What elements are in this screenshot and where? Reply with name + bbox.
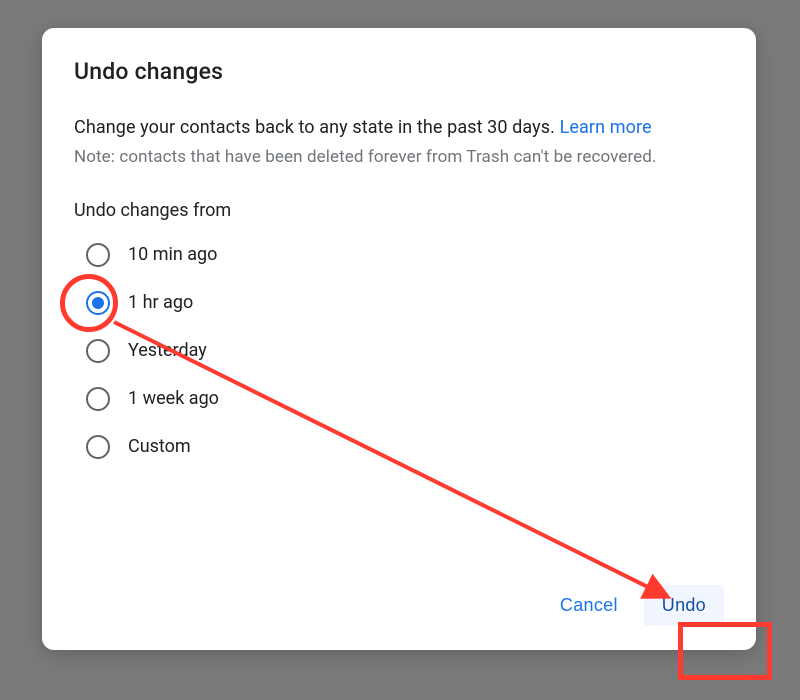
radio-label: Custom xyxy=(128,436,191,457)
dialog-title: Undo changes xyxy=(74,58,724,85)
radio-label: 1 hr ago xyxy=(128,292,193,313)
radio-group: 10 min ago 1 hr ago Yesterday 1 week ago… xyxy=(74,243,724,459)
section-label: Undo changes from xyxy=(74,200,724,221)
radio-icon xyxy=(86,291,110,315)
description-text: Change your contacts back to any state i… xyxy=(74,117,560,138)
dialog-description: Change your contacts back to any state i… xyxy=(74,115,724,141)
radio-icon xyxy=(86,387,110,411)
radio-option-custom[interactable]: Custom xyxy=(86,435,724,459)
radio-label: 10 min ago xyxy=(128,244,217,265)
cancel-button[interactable]: Cancel xyxy=(542,585,636,626)
learn-more-link[interactable]: Learn more xyxy=(560,117,652,138)
radio-label: Yesterday xyxy=(128,340,207,361)
radio-icon xyxy=(86,435,110,459)
radio-option-yesterday[interactable]: Yesterday xyxy=(86,339,724,363)
radio-option-10min[interactable]: 10 min ago xyxy=(86,243,724,267)
radio-icon xyxy=(86,243,110,267)
radio-label: 1 week ago xyxy=(128,388,219,409)
radio-icon xyxy=(86,339,110,363)
button-row: Cancel Undo xyxy=(542,585,724,626)
dialog-note: Note: contacts that have been deleted fo… xyxy=(74,145,724,170)
radio-option-1week[interactable]: 1 week ago xyxy=(86,387,724,411)
radio-option-1hr[interactable]: 1 hr ago xyxy=(86,291,724,315)
undo-changes-dialog: Undo changes Change your contacts back t… xyxy=(42,28,756,650)
undo-button[interactable]: Undo xyxy=(644,585,724,626)
